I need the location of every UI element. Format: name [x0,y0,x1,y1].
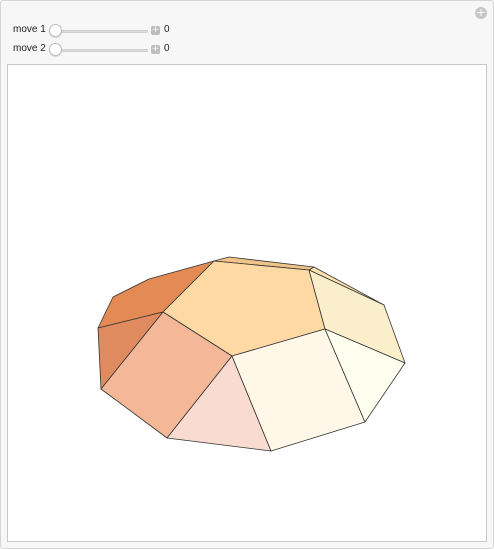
move-1-slider-track[interactable] [54,30,148,33]
move-2-slider-thumb[interactable] [49,43,62,56]
control-move-2: move 2 + 0 [1,42,301,58]
control-move-1: move 1 + 0 [1,23,301,39]
plus-square-icon[interactable]: + [151,26,160,35]
move-1-value: 0 [164,24,170,35]
move-2-slider-track[interactable] [54,49,148,52]
move-1-label: move 1 [13,24,46,35]
graphics-canvas[interactable] [7,64,487,542]
move-1-slider-thumb[interactable] [49,24,62,37]
plus-square-icon[interactable]: + [151,45,160,54]
polyhedron-graphic [97,256,406,452]
demonstration-panel: + move 1 + 0 move 2 + 0 [0,0,494,549]
plus-circle-icon[interactable]: + [475,7,487,19]
move-2-label: move 2 [13,43,46,54]
move-2-value: 0 [164,43,170,54]
